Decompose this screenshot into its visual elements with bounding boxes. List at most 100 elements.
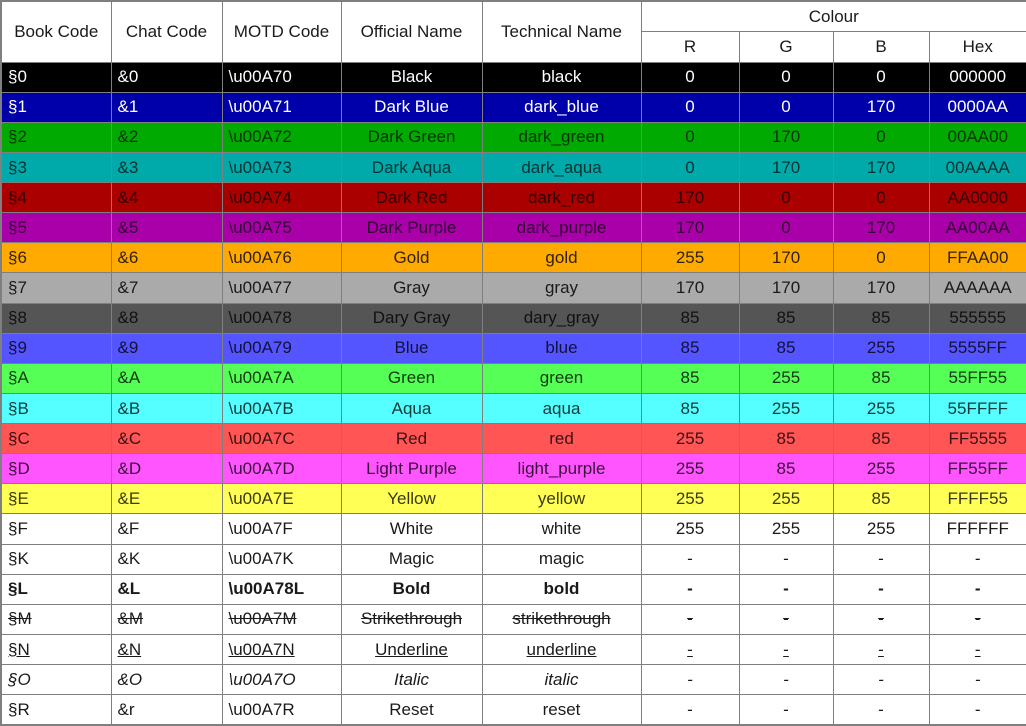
cell-book-code: §L [0, 573, 112, 605]
cell-motd-code: \u00A7K [221, 543, 342, 575]
cell-official-name: White [340, 513, 483, 545]
cell-motd-code: \u00A76 [221, 242, 342, 274]
cell-official-name: Green [340, 362, 483, 394]
table-row: §K &K \u00A7K Magic magic - - - - [0, 543, 1026, 575]
cell-official-name: Underline [340, 633, 483, 666]
table-row: §M &M \u00A7M Strikethrough strikethrough - - -… [0, 603, 1026, 635]
cell-r-value: 85 [640, 392, 740, 425]
cell-g-value: 170 [738, 242, 834, 274]
cell-book-code: §6 [0, 242, 112, 274]
cell-technical-name: dark_purple [481, 212, 642, 244]
cell-official-name: Strikethrough [340, 603, 483, 635]
cell-r-value: 85 [640, 302, 740, 334]
cell-chat-code: &A [110, 362, 223, 394]
cell-official-name: Black [340, 61, 483, 93]
table-row: §A &A \u00A7A Green green 85 255 85 55FF55 [0, 362, 1026, 394]
cell-chat-code: &6 [110, 242, 223, 274]
table-row: §2 &2 \u00A72 Dark Green dark_green 0 170 0 00AA… [0, 121, 1026, 153]
cell-b-value: - [832, 543, 930, 575]
cell-r-value: 170 [640, 272, 740, 304]
cell-official-name: Gold [340, 242, 483, 274]
table-header: Book Code Chat Code MOTD Code Official N… [0, 0, 1026, 63]
cell-g-value: - [738, 694, 834, 726]
cell-chat-code: &M [110, 603, 223, 635]
cell-hex-value: 00AA00 [928, 121, 1026, 153]
cell-r-value: 255 [640, 483, 740, 515]
cell-official-name: Dark Blue [340, 91, 483, 123]
cell-book-code: §7 [0, 272, 112, 304]
table-row: §8 &8 \u00A78 Dary Gray dary_gray 85 85 85 55555… [0, 302, 1026, 334]
cell-book-code: §R [0, 694, 112, 726]
cell-r-value: 255 [640, 242, 740, 274]
column-header-b: B [832, 31, 930, 63]
cell-chat-code: &4 [110, 181, 223, 214]
cell-r-value: - [640, 663, 740, 696]
cell-book-code: §F [0, 513, 112, 545]
cell-book-code: §2 [0, 121, 112, 153]
cell-chat-code: &O [110, 663, 223, 696]
cell-r-value: 255 [640, 422, 740, 455]
cell-r-value: 0 [640, 61, 740, 93]
cell-official-name: Gray [340, 272, 483, 304]
cell-technical-name: strikethrough [481, 603, 642, 635]
cell-b-value: 255 [832, 392, 930, 425]
cell-b-value: 85 [832, 422, 930, 455]
cell-b-value: 170 [832, 151, 930, 184]
cell-book-code: §0 [0, 61, 112, 93]
cell-b-value: - [832, 603, 930, 635]
table-row: §O &O \u00A7O Italic italic - - - - [0, 663, 1026, 696]
cell-chat-code: &5 [110, 212, 223, 244]
cell-book-code: §C [0, 422, 112, 455]
cell-book-code: §8 [0, 302, 112, 334]
cell-motd-code: \u00A7A [221, 362, 342, 394]
cell-b-value: - [832, 633, 930, 666]
cell-chat-code: &C [110, 422, 223, 455]
cell-g-value: 85 [738, 453, 834, 485]
cell-technical-name: blue [481, 332, 642, 364]
cell-hex-value: - [928, 573, 1026, 605]
cell-g-value: 85 [738, 332, 834, 364]
cell-chat-code: &r [110, 694, 223, 726]
cell-technical-name: aqua [481, 392, 642, 425]
cell-technical-name: bold [481, 573, 642, 605]
table-row: §D &D \u00A7D Light Purple light_purple 255 85… [0, 453, 1026, 485]
column-header-technical-name: Technical Name [481, 0, 642, 63]
cell-r-value: 0 [640, 121, 740, 153]
cell-official-name: Light Purple [340, 453, 483, 485]
cell-chat-code: &B [110, 392, 223, 425]
cell-book-code: §K [0, 543, 112, 575]
cell-hex-value: - [928, 694, 1026, 726]
cell-chat-code: &E [110, 483, 223, 515]
cell-chat-code: &2 [110, 121, 223, 153]
cell-official-name: Dark Red [340, 181, 483, 214]
cell-official-name: Reset [340, 694, 483, 726]
cell-g-value: - [738, 633, 834, 666]
cell-hex-value: AA00AA [928, 212, 1026, 244]
cell-hex-value: FF5555 [928, 422, 1026, 455]
cell-hex-value: AA0000 [928, 181, 1026, 214]
cell-technical-name: white [481, 513, 642, 545]
cell-hex-value: - [928, 633, 1026, 666]
cell-technical-name: reset [481, 694, 642, 726]
cell-motd-code: \u00A7D [221, 453, 342, 485]
cell-chat-code: &1 [110, 91, 223, 123]
cell-book-code: §A [0, 362, 112, 394]
cell-technical-name: magic [481, 543, 642, 575]
cell-hex-value: 55FF55 [928, 362, 1026, 394]
cell-r-value: - [640, 573, 740, 605]
table-row: §6 &6 \u00A76 Gold gold 255 170 0 FFAA00 [0, 242, 1026, 274]
table-row: §E &E \u00A7E Yellow yellow 255 255 85 FFFF55 [0, 483, 1026, 515]
cell-chat-code: &D [110, 453, 223, 485]
cell-b-value: 0 [832, 181, 930, 214]
cell-motd-code: \u00A7N [221, 633, 342, 666]
cell-g-value: 255 [738, 513, 834, 545]
cell-g-value: 255 [738, 483, 834, 515]
table-row: §9 &9 \u00A79 Blue blue 85 85 255 5555FF [0, 332, 1026, 364]
cell-hex-value: FFFFFF [928, 513, 1026, 545]
cell-b-value: 170 [832, 91, 930, 123]
cell-book-code: §B [0, 392, 112, 425]
cell-chat-code: &8 [110, 302, 223, 334]
cell-hex-value: 00AAAA [928, 151, 1026, 184]
cell-b-value: 0 [832, 61, 930, 93]
cell-technical-name: gray [481, 272, 642, 304]
